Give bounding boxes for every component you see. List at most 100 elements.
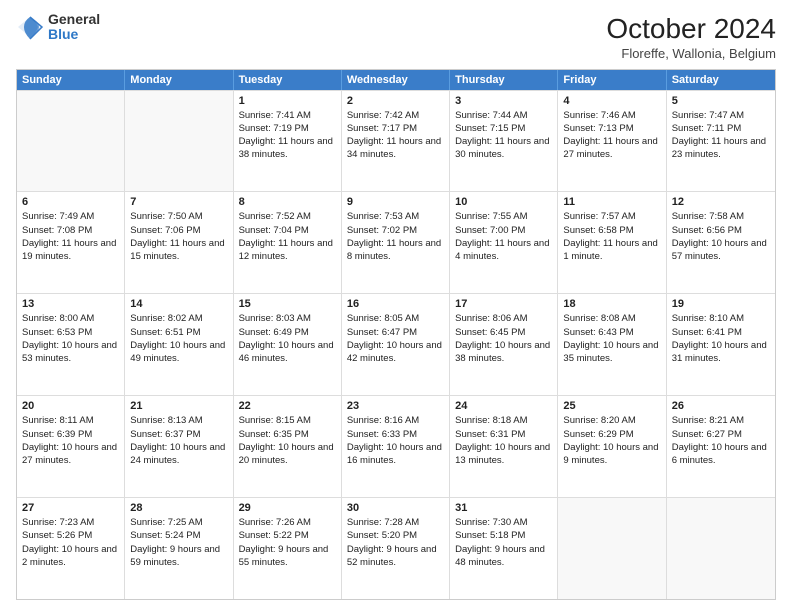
header-day-thursday: Thursday: [450, 70, 558, 90]
calendar-row-3: 13Sunrise: 8:00 AMSunset: 6:53 PMDayligh…: [17, 293, 775, 395]
calendar-cell: 23 Sunrise: 8:16 AMSunset: 6:33 PMDayligh…: [342, 396, 450, 497]
header-day-monday: Monday: [125, 70, 233, 90]
day-number: 22: [239, 400, 336, 412]
day-number: 1: [239, 95, 336, 107]
calendar-cell: 29Sunrise: 7:26 AMSunset: 5:22 PMDayligh…: [234, 498, 342, 599]
calendar-page: General Blue October 2024 Floreffe, Wall…: [0, 0, 792, 612]
day-number: 28: [130, 502, 227, 514]
day-number: 5: [672, 95, 770, 107]
calendar-row-5: 27 Sunrise: 7:23 AMSunset: 5:26 PMDayligh…: [17, 497, 775, 599]
day-info: Sunrise: 7:42 AMSunset: 7:17 PMDaylight:…: [347, 109, 444, 162]
header: General Blue October 2024 Floreffe, Wall…: [16, 12, 776, 61]
calendar-cell: 12 Sunrise: 7:58 AMSunset: 6:56 PMDayligh…: [667, 192, 775, 293]
day-info: Sunrise: 7:52 AMSunset: 7:04 PMDaylight:…: [239, 210, 336, 263]
day-info: Sunrise: 8:02 AMSunset: 6:51 PMDaylight:…: [130, 312, 227, 365]
day-number: 26: [672, 400, 770, 412]
calendar-cell: 2Sunrise: 7:42 AMSunset: 7:17 PMDaylight…: [342, 91, 450, 192]
calendar-cell: 3Sunrise: 7:44 AMSunset: 7:15 PMDaylight…: [450, 91, 558, 192]
day-number: 27: [22, 502, 119, 514]
day-info: Sunrise: 7:25 AMSunset: 5:24 PMDaylight:…: [130, 516, 227, 569]
calendar: SundayMondayTuesdayWednesdayThursdayFrid…: [16, 69, 776, 600]
day-info: Sunrise: 7:41 AMSunset: 7:19 PMDaylight:…: [239, 109, 336, 162]
day-number: 20: [22, 400, 119, 412]
calendar-cell: 26 Sunrise: 8:21 AMSunset: 6:27 PMDayligh…: [667, 396, 775, 497]
day-info: Sunrise: 8:03 AMSunset: 6:49 PMDaylight:…: [239, 312, 336, 365]
day-info: Sunrise: 8:16 AMSunset: 6:33 PMDaylight:…: [347, 414, 444, 467]
header-day-wednesday: Wednesday: [342, 70, 450, 90]
main-title: October 2024: [606, 12, 776, 46]
day-info: Sunrise: 7:23 AMSunset: 5:26 PMDaylight:…: [22, 516, 119, 569]
calendar-body: 1 Sunrise: 7:41 AMSunset: 7:19 PMDaylight…: [17, 90, 775, 599]
day-number: 21: [130, 400, 227, 412]
day-info: Sunrise: 7:30 AMSunset: 5:18 PMDaylight:…: [455, 516, 552, 569]
day-info: Sunrise: 8:13 AMSunset: 6:37 PMDaylight:…: [130, 414, 227, 467]
day-info: Sunrise: 7:28 AMSunset: 5:20 PMDaylight:…: [347, 516, 444, 569]
calendar-row-1: 1 Sunrise: 7:41 AMSunset: 7:19 PMDaylight…: [17, 90, 775, 192]
subtitle: Floreffe, Wallonia, Belgium: [606, 46, 776, 61]
day-number: 4: [563, 95, 660, 107]
calendar-header: SundayMondayTuesdayWednesdayThursdayFrid…: [17, 70, 775, 90]
calendar-cell: 25Sunrise: 8:20 AMSunset: 6:29 PMDayligh…: [558, 396, 666, 497]
logo: General Blue: [16, 12, 100, 43]
day-info: Sunrise: 8:08 AMSunset: 6:43 PMDaylight:…: [563, 312, 660, 365]
day-number: 19: [672, 298, 770, 310]
day-number: 3: [455, 95, 552, 107]
day-info: Sunrise: 7:49 AMSunset: 7:08 PMDaylight:…: [22, 210, 119, 263]
calendar-cell: 28 Sunrise: 7:25 AMSunset: 5:24 PMDayligh…: [125, 498, 233, 599]
day-number: 11: [563, 196, 660, 208]
calendar-cell: 20 Sunrise: 8:11 AMSunset: 6:39 PMDayligh…: [17, 396, 125, 497]
calendar-cell: 8 Sunrise: 7:52 AMSunset: 7:04 PMDaylight…: [234, 192, 342, 293]
calendar-row-2: 6 Sunrise: 7:49 AMSunset: 7:08 PMDaylight…: [17, 191, 775, 293]
day-number: 9: [347, 196, 444, 208]
day-info: Sunrise: 8:11 AMSunset: 6:39 PMDaylight:…: [22, 414, 119, 467]
calendar-cell: 21 Sunrise: 8:13 AMSunset: 6:37 PMDayligh…: [125, 396, 233, 497]
day-number: 10: [455, 196, 552, 208]
logo-blue-text: Blue: [48, 27, 100, 42]
day-info: Sunrise: 7:47 AMSunset: 7:11 PMDaylight:…: [672, 109, 770, 162]
calendar-cell: 30 Sunrise: 7:28 AMSunset: 5:20 PMDayligh…: [342, 498, 450, 599]
calendar-row-4: 20 Sunrise: 8:11 AMSunset: 6:39 PMDayligh…: [17, 395, 775, 497]
day-info: Sunrise: 8:00 AMSunset: 6:53 PMDaylight:…: [22, 312, 119, 365]
day-number: 30: [347, 502, 444, 514]
calendar-cell: 9Sunrise: 7:53 AMSunset: 7:02 PMDaylight…: [342, 192, 450, 293]
day-number: 14: [130, 298, 227, 310]
calendar-cell: 13Sunrise: 8:00 AMSunset: 6:53 PMDayligh…: [17, 294, 125, 395]
calendar-cell: [667, 498, 775, 599]
calendar-cell: 18 Sunrise: 8:08 AMSunset: 6:43 PMDayligh…: [558, 294, 666, 395]
day-info: Sunrise: 8:21 AMSunset: 6:27 PMDaylight:…: [672, 414, 770, 467]
day-number: 23: [347, 400, 444, 412]
day-info: Sunrise: 8:18 AMSunset: 6:31 PMDaylight:…: [455, 414, 552, 467]
day-number: 31: [455, 502, 552, 514]
day-number: 24: [455, 400, 552, 412]
calendar-cell: 10 Sunrise: 7:55 AMSunset: 7:00 PMDayligh…: [450, 192, 558, 293]
calendar-cell: [17, 91, 125, 192]
day-number: 6: [22, 196, 119, 208]
logo-general-text: General: [48, 12, 100, 27]
day-number: 17: [455, 298, 552, 310]
calendar-cell: 4 Sunrise: 7:46 AMSunset: 7:13 PMDaylight…: [558, 91, 666, 192]
day-number: 8: [239, 196, 336, 208]
day-number: 7: [130, 196, 227, 208]
calendar-cell: 31 Sunrise: 7:30 AMSunset: 5:18 PMDayligh…: [450, 498, 558, 599]
calendar-cell: [558, 498, 666, 599]
calendar-cell: 15Sunrise: 8:03 AMSunset: 6:49 PMDayligh…: [234, 294, 342, 395]
day-info: Sunrise: 8:20 AMSunset: 6:29 PMDaylight:…: [563, 414, 660, 467]
title-block: October 2024 Floreffe, Wallonia, Belgium: [606, 12, 776, 61]
day-info: Sunrise: 7:46 AMSunset: 7:13 PMDaylight:…: [563, 109, 660, 162]
day-number: 12: [672, 196, 770, 208]
calendar-cell: 5 Sunrise: 7:47 AMSunset: 7:11 PMDaylight…: [667, 91, 775, 192]
calendar-cell: 11 Sunrise: 7:57 AMSunset: 6:58 PMDayligh…: [558, 192, 666, 293]
calendar-cell: 24 Sunrise: 8:18 AMSunset: 6:31 PMDayligh…: [450, 396, 558, 497]
day-info: Sunrise: 7:55 AMSunset: 7:00 PMDaylight:…: [455, 210, 552, 263]
header-day-tuesday: Tuesday: [234, 70, 342, 90]
day-info: Sunrise: 8:05 AMSunset: 6:47 PMDaylight:…: [347, 312, 444, 365]
calendar-cell: 1 Sunrise: 7:41 AMSunset: 7:19 PMDaylight…: [234, 91, 342, 192]
calendar-cell: 16Sunrise: 8:05 AMSunset: 6:47 PMDayligh…: [342, 294, 450, 395]
logo-text: General Blue: [48, 12, 100, 43]
day-info: Sunrise: 8:15 AMSunset: 6:35 PMDaylight:…: [239, 414, 336, 467]
day-info: Sunrise: 7:26 AMSunset: 5:22 PMDaylight:…: [239, 516, 336, 569]
calendar-cell: [125, 91, 233, 192]
day-info: Sunrise: 7:57 AMSunset: 6:58 PMDaylight:…: [563, 210, 660, 263]
day-number: 18: [563, 298, 660, 310]
day-info: Sunrise: 7:58 AMSunset: 6:56 PMDaylight:…: [672, 210, 770, 263]
